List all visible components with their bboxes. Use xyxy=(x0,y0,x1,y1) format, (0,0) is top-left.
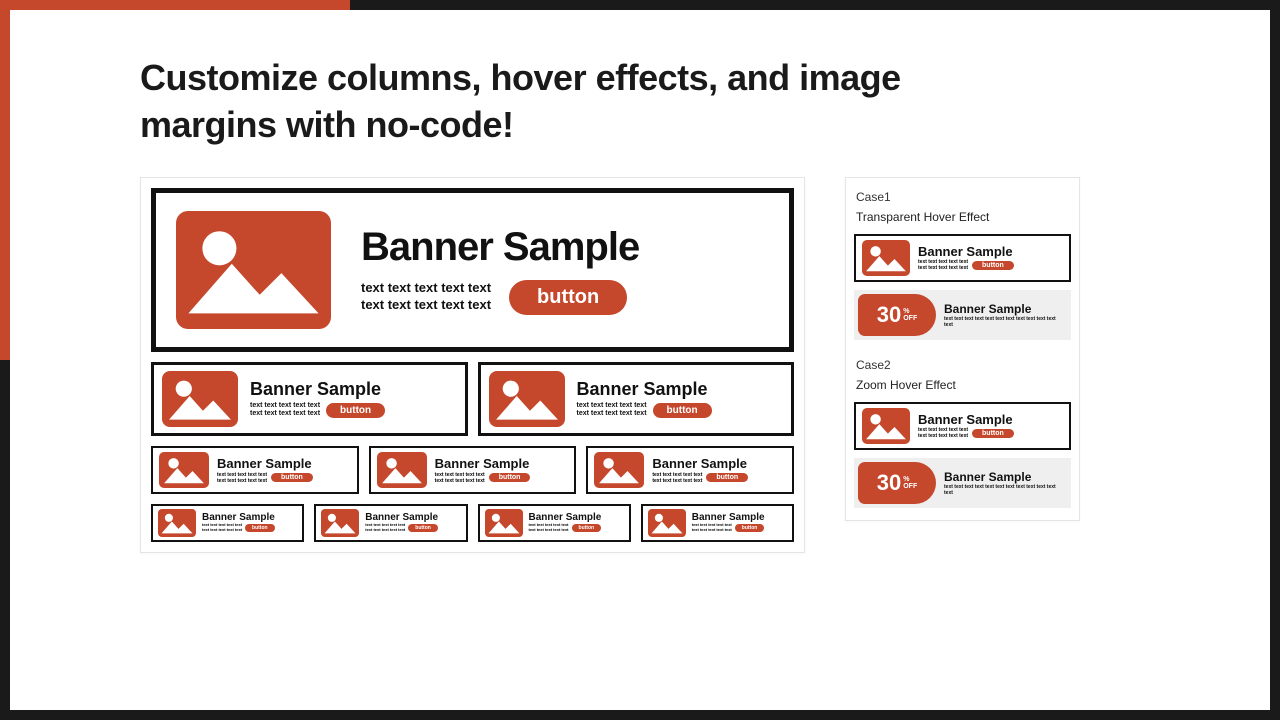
banner-title: Banner Sample xyxy=(918,412,1063,427)
image-placeholder-icon xyxy=(162,371,238,427)
image-placeholder-icon xyxy=(489,371,565,427)
banner-button[interactable]: button xyxy=(706,473,748,482)
image-placeholder-icon xyxy=(594,452,644,488)
banner-sample-hover[interactable]: Banner Sampletext text text text texttex… xyxy=(854,402,1071,450)
frame-dark-top xyxy=(350,0,1280,10)
banner-title: Banner Sample xyxy=(435,456,569,471)
sale-unit: %OFF xyxy=(903,308,917,322)
banner-subtext: text text text text texttext text text t… xyxy=(217,472,267,484)
banner-sample-xsmall[interactable]: Banner Sampletext text text text texttex… xyxy=(151,504,304,542)
banner-subtext: text text text text texttext text text t… xyxy=(652,472,702,484)
banner-title: Banner Sample xyxy=(577,379,782,400)
image-placeholder-icon xyxy=(176,211,331,329)
banner-sample-medium[interactable]: Banner Sample text text text text textte… xyxy=(151,362,468,436)
banner-title: Banner Sample xyxy=(250,379,455,400)
image-placeholder-icon xyxy=(862,240,910,276)
image-placeholder-icon xyxy=(648,509,686,537)
image-placeholder-icon xyxy=(862,408,910,444)
banner-sample-hover[interactable]: Banner Sampletext text text text texttex… xyxy=(854,234,1071,282)
banner-button[interactable]: button xyxy=(326,403,385,418)
case-block-1: Case1 Transparent Hover Effect Banner Sa… xyxy=(854,190,1071,340)
banner-subtext: text text text text texttext text text t… xyxy=(202,523,242,533)
banner-sale-sample[interactable]: 30 %OFF Banner Sampletext text text text… xyxy=(854,290,1071,340)
columns-showcase-panel: Banner Sample text text text text textte… xyxy=(140,177,805,553)
banner-button[interactable]: button xyxy=(408,524,438,532)
banner-subtext: text text text text text text text text … xyxy=(944,316,1065,328)
case-title: Transparent Hover Effect xyxy=(856,210,1069,224)
sale-badge: 30 %OFF xyxy=(858,462,936,504)
banner-subtext: text text text text text text text text … xyxy=(944,484,1065,496)
image-placeholder-icon xyxy=(377,452,427,488)
banner-title: Banner Sample xyxy=(944,302,1065,316)
image-placeholder-icon xyxy=(159,452,209,488)
banner-subtext: text text text text texttext text text t… xyxy=(361,280,491,314)
banner-title: Banner Sample xyxy=(217,456,351,471)
banner-subtext: text text text text texttext text text t… xyxy=(365,523,405,533)
banner-button[interactable]: button xyxy=(572,524,602,532)
banner-sample-xsmall[interactable]: Banner Sampletext text text text texttex… xyxy=(314,504,467,542)
case-block-2: Case2 Zoom Hover Effect Banner Sampletex… xyxy=(854,358,1071,508)
banner-subtext: text text text text texttext text text t… xyxy=(250,402,320,419)
banner-subtext: text text text text texttext text text t… xyxy=(918,259,968,271)
frame-accent-left xyxy=(0,0,10,360)
banner-sample-xsmall[interactable]: Banner Sampletext text text text texttex… xyxy=(641,504,794,542)
hover-cases-panel: Case1 Transparent Hover Effect Banner Sa… xyxy=(845,177,1080,521)
banner-title: Banner Sample xyxy=(652,456,786,471)
image-placeholder-icon xyxy=(485,509,523,537)
page-heading: Customize columns, hover effects, and im… xyxy=(140,55,1040,149)
banner-title: Banner Sample xyxy=(918,244,1063,259)
banner-subtext: text text text text texttext text text t… xyxy=(577,402,647,419)
banner-subtext: text text text text texttext text text t… xyxy=(529,523,569,533)
sale-unit: %OFF xyxy=(903,476,917,490)
banner-button[interactable]: button xyxy=(245,524,275,532)
banner-button[interactable]: button xyxy=(653,403,712,418)
banner-sample-small[interactable]: Banner Sampletext text text text texttex… xyxy=(151,446,359,494)
banner-sample-small[interactable]: Banner Sampletext text text text texttex… xyxy=(369,446,577,494)
frame-accent-top xyxy=(0,0,350,10)
case-label: Case2 xyxy=(856,358,1069,372)
banner-button[interactable]: button xyxy=(271,473,313,482)
frame-dark-bottom xyxy=(0,710,1280,720)
banner-button[interactable]: button xyxy=(509,280,627,315)
sale-badge: 30 %OFF xyxy=(858,294,936,336)
image-placeholder-icon xyxy=(158,509,196,537)
case-label: Case1 xyxy=(856,190,1069,204)
image-placeholder-icon xyxy=(321,509,359,537)
banner-subtext: text text text text texttext text text t… xyxy=(692,523,732,533)
frame-dark-left xyxy=(0,360,10,720)
sale-number: 30 xyxy=(877,302,901,328)
banner-button[interactable]: button xyxy=(489,473,531,482)
sale-number: 30 xyxy=(877,470,901,496)
banner-sample-xsmall[interactable]: Banner Sampletext text text text texttex… xyxy=(478,504,631,542)
case-title: Zoom Hover Effect xyxy=(856,378,1069,392)
frame-dark-right xyxy=(1270,0,1280,720)
banner-subtext: text text text text texttext text text t… xyxy=(918,427,968,439)
banner-button[interactable]: button xyxy=(972,261,1014,270)
banner-title: Banner Sample xyxy=(944,470,1065,484)
banner-sale-sample[interactable]: 30 %OFF Banner Sampletext text text text… xyxy=(854,458,1071,508)
banner-title: Banner Sample xyxy=(361,225,769,270)
banner-button[interactable]: button xyxy=(735,524,765,532)
banner-sample-small[interactable]: Banner Sampletext text text text texttex… xyxy=(586,446,794,494)
banner-sample-large[interactable]: Banner Sample text text text text textte… xyxy=(151,188,794,352)
banner-sample-medium[interactable]: Banner Sample text text text text textte… xyxy=(478,362,795,436)
banner-button[interactable]: button xyxy=(972,429,1014,438)
banner-subtext: text text text text texttext text text t… xyxy=(435,472,485,484)
